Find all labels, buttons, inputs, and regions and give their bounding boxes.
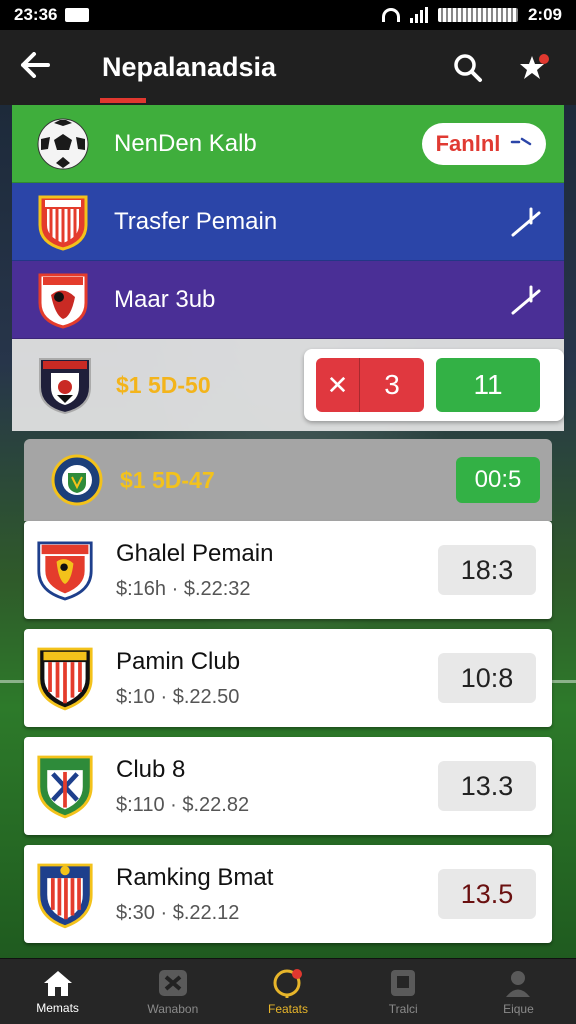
- search-icon[interactable]: [446, 46, 490, 90]
- club-list: NenDen Kalb Fanlnl Trasfer Pemain Maar 3…: [12, 105, 564, 953]
- cross-icon[interactable]: ✕: [316, 358, 360, 412]
- club-crest-icon: [36, 863, 94, 929]
- item-meta: $:30 · $.22.12: [116, 901, 240, 924]
- bottom-nav: Memats Wanabon Featats Tralci Eique: [0, 958, 576, 1024]
- item-name: Ramking Bmat: [116, 863, 274, 891]
- band-label: NenDen Kalb: [114, 129, 257, 157]
- club-crest-icon: [34, 193, 92, 251]
- time-row[interactable]: $1 5D-47 00:5: [24, 439, 552, 521]
- club-crest-icon: [36, 541, 94, 601]
- fanlnl-button[interactable]: Fanlnl: [422, 122, 546, 165]
- item-meta: $:16h · $.22:32: [116, 577, 251, 600]
- item-value[interactable]: 10:8: [438, 653, 536, 703]
- nav-item-featured[interactable]: Featats: [230, 959, 345, 1024]
- nav-label: Featats: [267, 1001, 309, 1016]
- item-meta: $:110 · $.22.82: [116, 793, 250, 816]
- back-arrow-icon[interactable]: [20, 48, 80, 87]
- chevron-icon: [510, 135, 532, 153]
- item-value[interactable]: 13.5: [438, 869, 536, 919]
- band-maar[interactable]: Maar 3ub: [12, 261, 564, 339]
- band-label: Maar 3ub: [114, 285, 216, 313]
- club-crest-icon: [36, 356, 94, 415]
- app-header: Nepalanadsia: [0, 30, 576, 105]
- nav-item-tralci[interactable]: Tralci: [346, 959, 461, 1024]
- item-name: Club 8: [116, 755, 186, 783]
- band-transfer[interactable]: Trasfer Pemain: [12, 183, 564, 261]
- time-value[interactable]: 00:5: [456, 457, 540, 503]
- club-crest-icon: [36, 755, 94, 819]
- soccer-ball-icon: [34, 115, 92, 173]
- list-item[interactable]: Ramking Bmat $:30 · $.22.12 13.5: [24, 845, 552, 943]
- pill-label: Fanlnl: [435, 130, 501, 156]
- nav-item-profile[interactable]: Eique: [461, 959, 576, 1024]
- nav-item-home[interactable]: Memats: [0, 959, 115, 1024]
- club-crest-icon: [48, 451, 106, 509]
- battery-icon: [437, 8, 518, 22]
- square-icon: [391, 969, 416, 996]
- status-bar: 23:36 2:09: [0, 0, 576, 30]
- notification-icon: [65, 8, 90, 22]
- signal-icon: [409, 7, 428, 23]
- nav-label: Tralci: [388, 1001, 418, 1016]
- club-crest-icon: [36, 647, 94, 711]
- home-icon: [43, 970, 72, 996]
- item-meta: $:10 · $.22.50: [116, 685, 240, 708]
- check-icon[interactable]: [506, 202, 546, 242]
- item-name: Ghalel Pemain: [116, 539, 274, 567]
- tools-icon: [158, 969, 187, 996]
- check-icon[interactable]: [506, 280, 546, 320]
- status-time: 23:36: [14, 5, 58, 24]
- list-item[interactable]: Ghalel Pemain $:16h · $.22:32 18:3: [24, 521, 552, 619]
- status-right-time: 2:09: [527, 5, 562, 24]
- item-name: Pamin Club: [116, 647, 241, 675]
- item-value[interactable]: 13.3: [438, 761, 536, 811]
- item-value[interactable]: 18:3: [438, 545, 536, 595]
- score-label: $1 5D-50: [116, 371, 211, 398]
- nav-label: Wanabon: [147, 1001, 199, 1016]
- red-score-value: 3: [384, 369, 400, 400]
- list-item[interactable]: Club 8 $:110 · $.22.82 13.3: [24, 737, 552, 835]
- list-item[interactable]: Pamin Club $:10 · $.22.50 10:8: [24, 629, 552, 727]
- band-label: Trasfer Pemain: [114, 207, 278, 235]
- nav-label: Memats: [36, 1000, 79, 1015]
- title-underline: [100, 98, 146, 103]
- ball-icon: [273, 968, 302, 998]
- time-label: $1 5D-47: [120, 466, 215, 493]
- green-score-box[interactable]: 11: [436, 358, 540, 412]
- club-crest-icon: [34, 271, 92, 329]
- scoreboard: ✕ 3 11: [304, 349, 564, 421]
- person-icon: [506, 970, 531, 997]
- nav-item-tools[interactable]: Wanabon: [115, 959, 230, 1024]
- nav-label: Eique: [503, 1001, 534, 1016]
- wifi-icon: [381, 8, 400, 22]
- favorite-star-icon[interactable]: [512, 46, 556, 90]
- page-title: Nepalanadsia: [102, 52, 277, 82]
- score-row[interactable]: $1 5D-50 ✕ 3 11: [12, 339, 564, 431]
- band-club[interactable]: NenDen Kalb Fanlnl: [12, 105, 564, 183]
- red-score-box[interactable]: ✕ 3: [316, 358, 424, 412]
